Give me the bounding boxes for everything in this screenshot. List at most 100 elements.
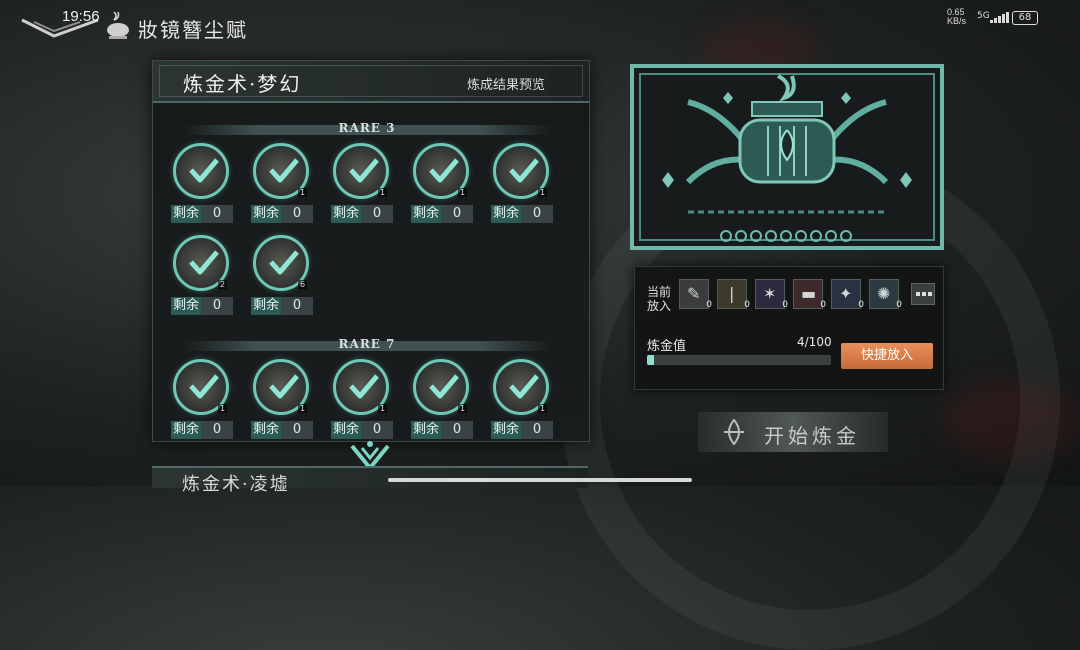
material-count: 2 (218, 280, 228, 289)
crystal-icon: ✺ (877, 284, 891, 303)
material-slot[interactable]: 1 (333, 143, 389, 199)
remaining-label: 剩余 (411, 421, 441, 439)
checkmark-icon (189, 374, 219, 399)
next-section-title: 炼金术·凌墟 (182, 474, 290, 495)
material-item[interactable]: 6 剩余 0 (251, 235, 313, 317)
material-slot[interactable]: 1 (253, 143, 309, 199)
page-title: 妝镜簪尘赋 (138, 18, 248, 42)
signal-bars-icon (990, 12, 1009, 23)
next-section-header[interactable]: 炼金术·凌墟 (152, 466, 588, 495)
remaining-label: 剩余 (411, 205, 441, 223)
alchemy-progress-bar (647, 355, 831, 365)
material-count: 1 (218, 404, 228, 413)
remaining-counter: 剩余 0 (331, 205, 393, 223)
remaining-counter: 剩余 0 (251, 421, 313, 439)
material-slot[interactable] (173, 143, 229, 199)
material-item[interactable]: 1 剩余 0 (491, 359, 553, 441)
material-item[interactable]: 1 剩余 0 (171, 359, 233, 441)
material-item[interactable]: 剩余 0 (171, 143, 233, 225)
network-speed: 0.65 KB/s (947, 7, 967, 26)
alchemy-emblem (630, 64, 944, 250)
material-slot[interactable]: 1 (173, 359, 229, 415)
material-count: 1 (538, 188, 548, 197)
checkmark-icon (269, 250, 299, 275)
remaining-value: 0 (441, 421, 473, 439)
checkmark-icon (429, 158, 459, 183)
checkmark-icon (189, 250, 219, 275)
incense-burner-icon (107, 11, 129, 39)
material-slot[interactable]: ▬ 0 (793, 279, 826, 310)
remaining-counter: 剩余 0 (331, 421, 393, 439)
material-slot[interactable]: 1 (413, 359, 469, 415)
remaining-counter: 剩余 0 (411, 421, 473, 439)
checkmark-icon (349, 374, 379, 399)
remaining-label: 剩余 (171, 421, 201, 439)
material-item[interactable]: 1 剩余 0 (411, 359, 473, 441)
slot-count: 0 (706, 300, 712, 310)
material-count: 1 (458, 404, 468, 413)
material-item[interactable]: 1 剩余 0 (331, 143, 393, 225)
remaining-counter: 剩余 0 (491, 205, 553, 223)
remaining-label: 剩余 (331, 421, 361, 439)
remaining-value: 0 (441, 205, 473, 223)
material-slot[interactable]: 1 (413, 143, 469, 199)
result-preview-link[interactable]: 炼成结果预览 (467, 74, 545, 93)
start-alchemy-button[interactable]: 开始炼金 (698, 412, 888, 452)
background-stain (940, 380, 1080, 460)
remaining-counter: 剩余 0 (171, 421, 233, 439)
panel-header: 炼金术·梦幻 炼成结果预览 (153, 61, 589, 103)
material-slot[interactable]: ✺ 0 (869, 279, 902, 310)
material-slot[interactable]: 1 (253, 359, 309, 415)
checkmark-icon (269, 158, 299, 183)
remaining-label: 剩余 (171, 297, 201, 315)
material-slot[interactable]: 6 (253, 235, 309, 291)
remaining-value: 0 (281, 205, 313, 223)
material-slot[interactable]: 1 (493, 359, 549, 415)
material-count: 1 (378, 188, 388, 197)
material-slot[interactable]: ✦ 0 (831, 279, 864, 310)
alchemy-flame-icon (724, 418, 744, 446)
red-part-icon: ▬ (801, 284, 817, 303)
more-button[interactable] (911, 283, 935, 305)
rare-divider: RARE 3 (183, 121, 551, 135)
material-slot[interactable]: 1 (493, 143, 549, 199)
materials-panel: 当前放入 ✎ 0 ❘ 0 ✶ 0 ▬ 0 ✦ 0 ✺ 0 炼金值 4/100 快… (634, 266, 944, 390)
material-slot[interactable]: 2 (173, 235, 229, 291)
quick-add-button[interactable]: 快捷放入 (841, 343, 933, 369)
remaining-counter: 剩余 0 (251, 297, 313, 315)
material-slot[interactable]: ❘ 0 (717, 279, 750, 310)
material-count: 1 (458, 188, 468, 197)
signal-type: 5G (977, 11, 990, 21)
rare-label: RARE 7 (338, 337, 396, 351)
alchemy-panel: 炼金术·梦幻 炼成结果预览 RARE 3 RARE 7 剩余 0 1 剩余 0 … (152, 60, 590, 442)
material-count: 1 (538, 404, 548, 413)
material-item[interactable]: 1 剩余 0 (491, 143, 553, 225)
material-item[interactable]: 2 剩余 0 (171, 235, 233, 317)
checkmark-icon (269, 374, 299, 399)
blades-icon: ❘ (725, 284, 739, 303)
remaining-value: 0 (281, 421, 313, 439)
material-item[interactable]: 1 剩余 0 (331, 359, 393, 441)
remaining-value: 0 (361, 421, 393, 439)
status-bar: 19:56 妝镜簪尘赋 0.65 KB/s 5G 68 (0, 6, 1080, 42)
battery-indicator: 68 (1012, 11, 1038, 25)
remaining-label: 剩余 (251, 421, 281, 439)
remaining-value: 0 (521, 421, 553, 439)
material-count: 6 (298, 280, 308, 289)
material-slot[interactable]: ✶ 0 (755, 279, 788, 310)
alchemy-value-text: 4/100 (797, 335, 832, 349)
slot-count: 0 (896, 300, 902, 310)
remaining-label: 剩余 (171, 205, 201, 223)
material-item[interactable]: 1 剩余 0 (251, 359, 313, 441)
remaining-counter: 剩余 0 (491, 421, 553, 439)
home-indicator[interactable] (388, 478, 692, 482)
remaining-label: 剩余 (251, 205, 281, 223)
beetle-icon: ✶ (763, 284, 777, 303)
material-item[interactable]: 1 剩余 0 (411, 143, 473, 225)
remaining-counter: 剩余 0 (171, 205, 233, 223)
slot-count: 0 (782, 300, 788, 310)
material-slot[interactable]: ✎ 0 (679, 279, 712, 310)
material-item[interactable]: 1 剩余 0 (251, 143, 313, 225)
slot-count: 0 (858, 300, 864, 310)
material-slot[interactable]: 1 (333, 359, 389, 415)
